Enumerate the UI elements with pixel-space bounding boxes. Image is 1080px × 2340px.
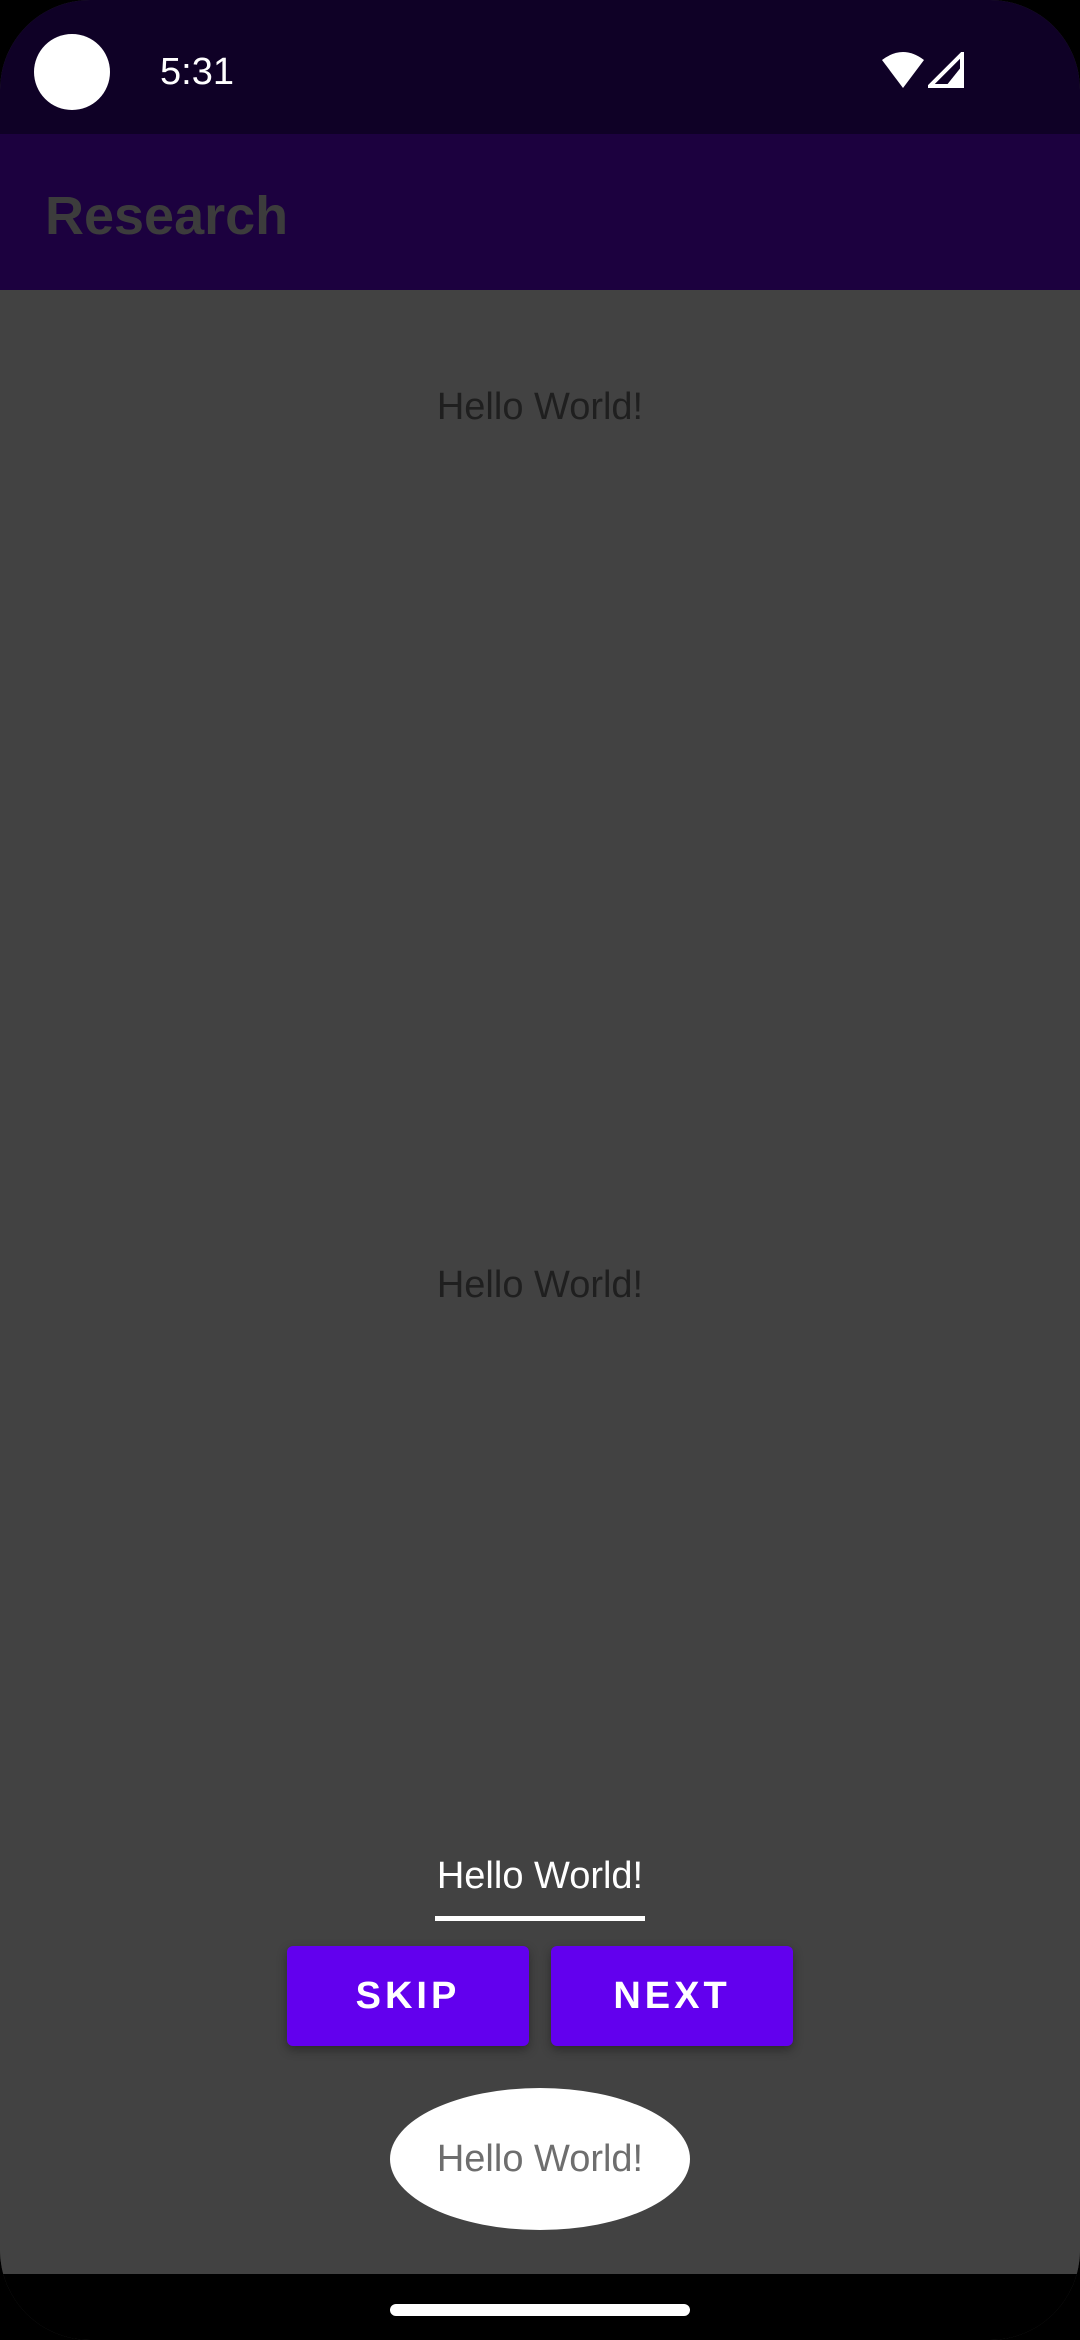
hello-oval-button[interactable]: Hello World! [390,2088,690,2230]
status-bar: 5:31 [0,0,1080,134]
hello-text-field[interactable]: Hello World! [435,1850,645,1921]
cell-signal-icon [928,52,964,88]
app-bar: Research [0,134,1080,290]
hello-text-top: Hello World! [436,386,644,428]
wifi-icon [882,52,924,88]
navigation-bar [0,2274,1080,2340]
hello-text-middle: Hello World! [436,1264,644,1306]
main-content: Hello World! Hello World! Hello World! S… [0,290,1080,2274]
hello-text-field-value: Hello World! [436,1855,644,1897]
phone-screen: 5:31 Research Hello World! Hello World! … [0,0,1080,2340]
next-button[interactable]: NEXT [551,1946,793,2046]
home-indicator[interactable] [390,2304,690,2316]
skip-button[interactable]: SKIP [287,1946,529,2046]
status-time: 5:31 [160,51,234,93]
camera-cutout [34,34,110,110]
app-title: Research [45,186,289,246]
